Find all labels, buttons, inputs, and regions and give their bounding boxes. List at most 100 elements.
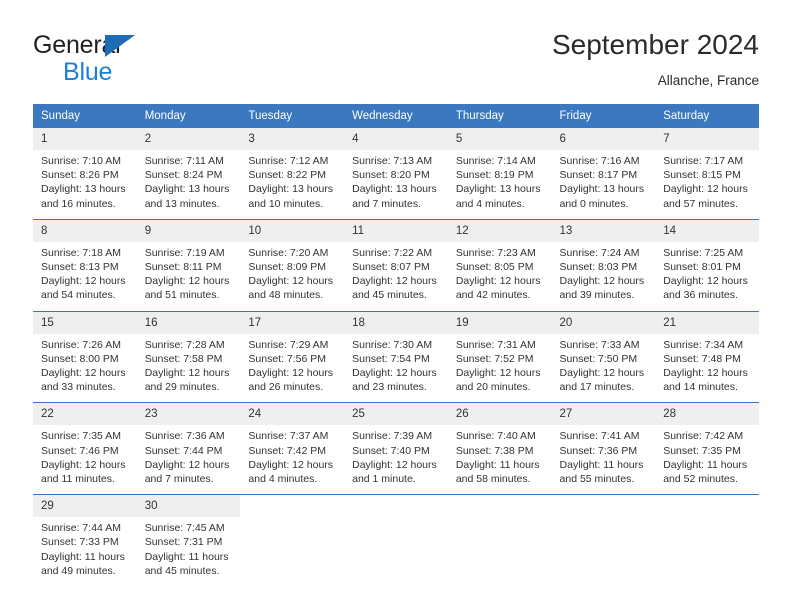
- daylight-text-line2: and 10 minutes.: [248, 197, 324, 210]
- day-cell-inner: [551, 495, 656, 579]
- calendar-day-cell[interactable]: 28 Sunrise: 7:42 AM Sunset: 7:35 PM Dayligh…: [655, 402, 759, 495]
- calendar-day-cell[interactable]: 4 Sunrise: 7:13 AM Sunset: 8:20 PM Daylight…: [344, 128, 448, 220]
- day-number: 5: [447, 128, 552, 150]
- day-details: Sunrise: 7:14 AM Sunset: 8:19 PM Daylight:…: [448, 150, 552, 219]
- calendar-day-cell[interactable]: 8 Sunrise: 7:18 AM Sunset: 8:13 PM Daylight…: [33, 218, 137, 312]
- calendar-day-cell[interactable]: 17 Sunrise: 7:29 AM Sunset: 7:56 PM Dayligh…: [240, 310, 345, 403]
- day-details: Sunrise: 7:26 AM Sunset: 8:00 PM Daylight:…: [33, 334, 137, 403]
- calendar-day-cell[interactable]: 3 Sunrise: 7:12 AM Sunset: 8:22 PM Daylight…: [240, 128, 345, 220]
- daylight-text-line1: Daylight: 12 hours: [559, 275, 645, 288]
- day-number: 10: [240, 219, 345, 242]
- day-details: Sunrise: 7:36 AM Sunset: 7:44 PM Daylight:…: [137, 425, 241, 494]
- day-number: 29: [33, 495, 137, 518]
- day-details: Sunrise: 7:18 AM Sunset: 8:13 PM Daylight:…: [33, 242, 137, 311]
- sunset-text: Sunset: 7:56 PM: [248, 352, 327, 365]
- sunset-text: Sunset: 7:36 PM: [559, 444, 638, 457]
- calendar-day-cell[interactable]: 11 Sunrise: 7:22 AM Sunset: 8:07 PM Dayligh…: [344, 218, 448, 312]
- calendar-header-row: Sunday Monday Tuesday Wednesday Thursday…: [33, 104, 759, 128]
- daylight-text-line1: Daylight: 13 hours: [41, 183, 126, 196]
- calendar-day-cell[interactable]: 22 Sunrise: 7:35 AM Sunset: 7:46 PM Dayligh…: [33, 402, 137, 495]
- day-cell-inner: 10 Sunrise: 7:20 AM Sunset: 8:09 PM Dayligh…: [240, 219, 345, 311]
- calendar-day-cell[interactable]: 16 Sunrise: 7:28 AM Sunset: 7:58 PM Dayligh…: [136, 310, 241, 403]
- day-number: 3: [240, 128, 345, 150]
- sunset-text: Sunset: 8:22 PM: [248, 169, 327, 182]
- daylight-text-line1: Daylight: 11 hours: [144, 550, 229, 563]
- day-cell-inner: 7 Sunrise: 7:17 AM Sunset: 8:15 PM Daylight…: [655, 128, 759, 219]
- day-details: Sunrise: 7:24 AM Sunset: 8:03 PM Daylight:…: [552, 242, 656, 311]
- daylight-text-line2: and 36 minutes.: [663, 289, 738, 302]
- calendar-day-cell[interactable]: 18 Sunrise: 7:30 AM Sunset: 7:54 PM Dayligh…: [344, 310, 448, 403]
- sunrise-text: Sunrise: 7:20 AM: [248, 246, 329, 259]
- sunset-text: Sunset: 8:00 PM: [41, 352, 119, 365]
- calendar-day-cell[interactable]: 27 Sunrise: 7:41 AM Sunset: 7:36 PM Dayligh…: [551, 402, 656, 495]
- sunset-text: Sunset: 8:20 PM: [352, 169, 430, 182]
- day-details: Sunrise: 7:39 AM Sunset: 7:40 PM Daylight:…: [344, 425, 448, 494]
- calendar-day-cell[interactable]: 9 Sunrise: 7:19 AM Sunset: 8:11 PM Daylight…: [136, 218, 241, 312]
- sunrise-text: Sunrise: 7:26 AM: [41, 338, 121, 351]
- day-details: Sunrise: 7:10 AM Sunset: 8:26 PM Daylight:…: [33, 150, 137, 219]
- daylight-text-line1: Daylight: 12 hours: [455, 275, 541, 288]
- daylight-text-line2: and 0 minutes.: [559, 197, 629, 210]
- sunrise-text: Sunrise: 7:24 AM: [559, 246, 640, 259]
- calendar-day-cell[interactable]: 14 Sunrise: 7:25 AM Sunset: 8:01 PM Dayligh…: [655, 218, 759, 312]
- day-number: [240, 495, 345, 518]
- calendar-page: General Blue September 2024 Allanche, Fr…: [0, 0, 792, 612]
- day-number: 28: [655, 403, 759, 426]
- daylight-text-line1: Daylight: 13 hours: [455, 183, 541, 196]
- day-number: 25: [344, 403, 448, 426]
- weekday-header-monday: Monday: [136, 104, 241, 128]
- sunrise-text: Sunrise: 7:28 AM: [144, 338, 225, 351]
- daylight-text-line1: Daylight: 12 hours: [352, 275, 437, 288]
- calendar-day-cell[interactable]: 5 Sunrise: 7:14 AM Sunset: 8:19 PM Daylight…: [447, 128, 552, 220]
- daylight-text-line2: and 57 minutes.: [663, 197, 738, 210]
- day-cell-inner: 22 Sunrise: 7:35 AM Sunset: 7:46 PM Dayligh…: [33, 403, 137, 494]
- daylight-text-line1: Daylight: 12 hours: [663, 367, 748, 380]
- calendar-day-cell: [551, 494, 656, 587]
- calendar-day-cell[interactable]: 30 Sunrise: 7:45 AM Sunset: 7:31 PM Dayligh…: [136, 494, 241, 587]
- day-number: 19: [447, 311, 552, 334]
- calendar-day-cell[interactable]: 12 Sunrise: 7:23 AM Sunset: 8:05 PM Dayligh…: [447, 218, 552, 312]
- sunset-text: Sunset: 8:24 PM: [144, 169, 223, 182]
- calendar-day-cell: [655, 494, 759, 587]
- sunset-text: Sunset: 8:03 PM: [559, 261, 638, 274]
- calendar-day-cell[interactable]: 1 Sunrise: 7:10 AM Sunset: 8:26 PM Daylight…: [33, 128, 137, 220]
- weekday-header-saturday: Saturday: [655, 104, 759, 128]
- sunrise-text: Sunrise: 7:16 AM: [559, 155, 640, 167]
- daylight-text-line2: and 7 minutes.: [144, 473, 214, 486]
- daylight-text-line1: Daylight: 12 hours: [248, 275, 334, 288]
- calendar-day-cell[interactable]: 20 Sunrise: 7:33 AM Sunset: 7:50 PM Dayligh…: [551, 310, 656, 403]
- calendar-day-cell[interactable]: 23 Sunrise: 7:36 AM Sunset: 7:44 PM Dayligh…: [136, 402, 241, 495]
- calendar-day-cell[interactable]: 13 Sunrise: 7:24 AM Sunset: 8:03 PM Dayligh…: [551, 218, 656, 312]
- calendar-day-cell[interactable]: 19 Sunrise: 7:31 AM Sunset: 7:52 PM Dayligh…: [447, 310, 552, 403]
- daylight-text-line1: Daylight: 12 hours: [144, 275, 230, 288]
- calendar-day-cell[interactable]: 7 Sunrise: 7:17 AM Sunset: 8:15 PM Daylight…: [655, 128, 759, 220]
- calendar-day-cell[interactable]: 2 Sunrise: 7:11 AM Sunset: 8:24 PM Daylight…: [136, 128, 241, 220]
- day-number: 6: [551, 128, 656, 150]
- sunrise-text: Sunrise: 7:29 AM: [248, 338, 329, 351]
- page-title: September 2024: [551, 29, 759, 60]
- daylight-text-line2: and 11 minutes.: [41, 473, 115, 486]
- day-cell-inner: 2 Sunrise: 7:11 AM Sunset: 8:24 PM Daylight…: [136, 128, 241, 219]
- calendar-day-cell[interactable]: 15 Sunrise: 7:26 AM Sunset: 8:00 PM Dayligh…: [33, 310, 137, 403]
- day-cell-inner: 17 Sunrise: 7:29 AM Sunset: 7:56 PM Dayligh…: [240, 311, 345, 403]
- day-details: Sunrise: 7:37 AM Sunset: 7:42 PM Daylight:…: [240, 425, 344, 494]
- calendar-day-cell[interactable]: 10 Sunrise: 7:20 AM Sunset: 8:09 PM Dayligh…: [240, 218, 345, 312]
- day-details: [344, 517, 448, 529]
- sunrise-text: Sunrise: 7:36 AM: [144, 430, 225, 443]
- day-number: 7: [655, 128, 759, 150]
- calendar-day-cell[interactable]: 21 Sunrise: 7:34 AM Sunset: 7:48 PM Dayligh…: [655, 310, 759, 403]
- weekday-header-thursday: Thursday: [447, 104, 552, 128]
- daylight-text-line1: Daylight: 13 hours: [248, 183, 334, 196]
- sunset-text: Sunset: 8:09 PM: [248, 261, 327, 274]
- daylight-text-line2: and 52 minutes.: [663, 473, 738, 486]
- sunrise-text: Sunrise: 7:35 AM: [41, 430, 121, 443]
- calendar-day-cell[interactable]: 24 Sunrise: 7:37 AM Sunset: 7:42 PM Dayligh…: [240, 402, 345, 495]
- calendar-day-cell[interactable]: 29 Sunrise: 7:44 AM Sunset: 7:33 PM Dayligh…: [33, 494, 137, 587]
- sunset-text: Sunset: 7:33 PM: [41, 536, 119, 549]
- calendar-day-cell[interactable]: 26 Sunrise: 7:40 AM Sunset: 7:38 PM Dayligh…: [447, 402, 552, 495]
- calendar-day-cell[interactable]: 25 Sunrise: 7:39 AM Sunset: 7:40 PM Dayligh…: [344, 402, 448, 495]
- sunset-text: Sunset: 7:40 PM: [352, 444, 430, 457]
- sunset-text: Sunset: 8:26 PM: [41, 169, 119, 182]
- daylight-text-line2: and 58 minutes.: [455, 473, 531, 486]
- calendar-day-cell[interactable]: 6 Sunrise: 7:16 AM Sunset: 8:17 PM Daylight…: [551, 128, 656, 220]
